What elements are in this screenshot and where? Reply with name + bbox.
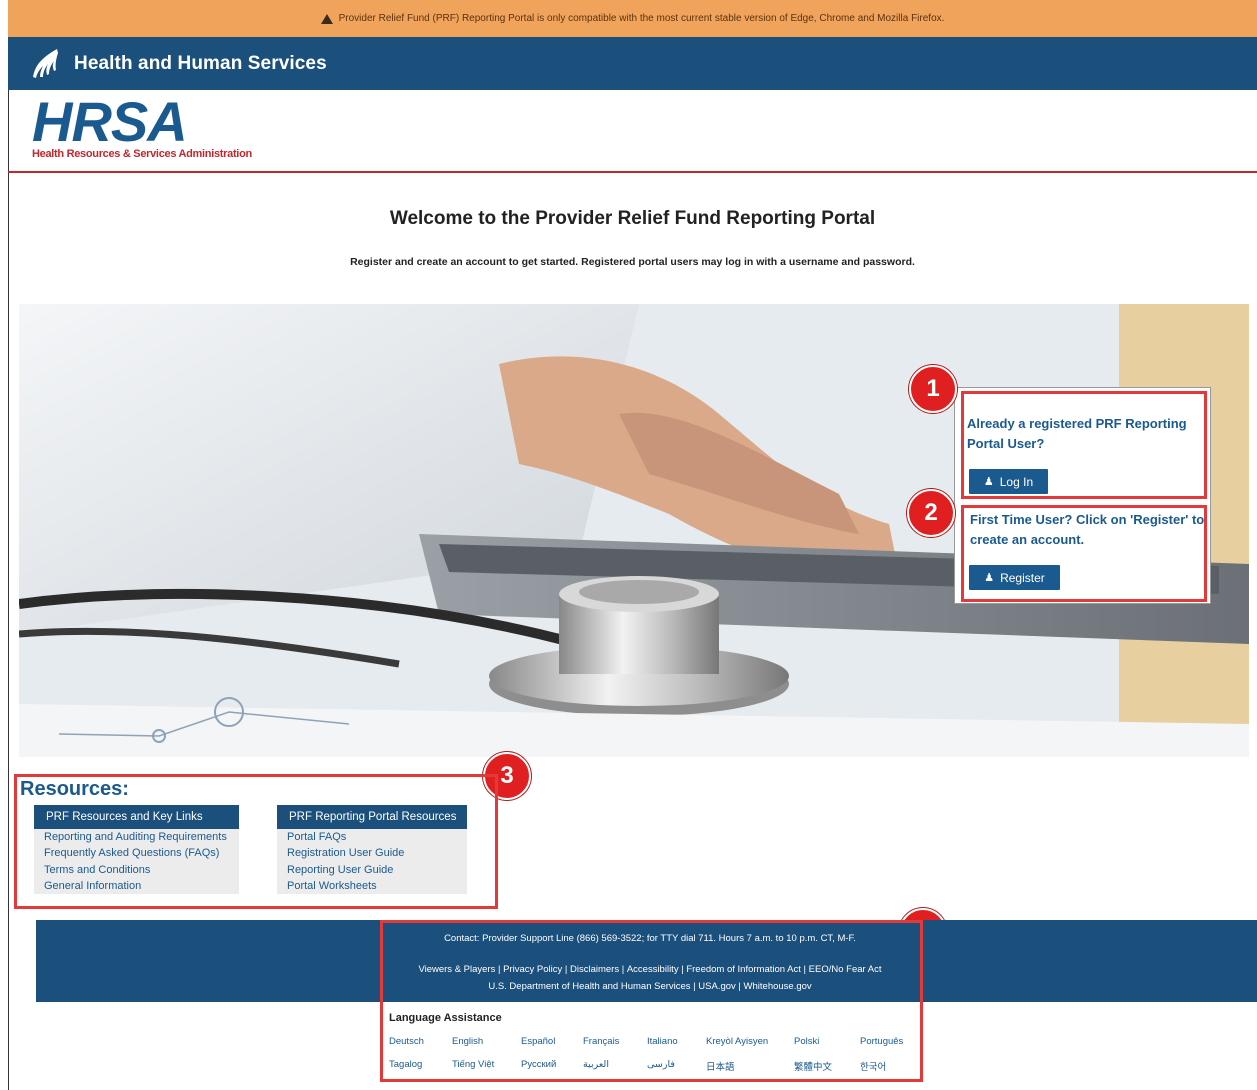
link-general-information[interactable]: General Information (34, 878, 239, 894)
hrsa-logo-fullname: Health Resources & Services Administrati… (32, 148, 252, 160)
register-button[interactable]: ♟ Register (969, 565, 1060, 590)
link-reporting-user-guide[interactable]: Reporting User Guide (277, 862, 467, 878)
link-portal-worksheets[interactable]: Portal Worksheets (277, 878, 467, 894)
footer-link-privacy-policy[interactable]: Privacy Policy (503, 964, 562, 975)
hhs-title[interactable]: Health and Human Services (74, 53, 327, 75)
browser-compatibility-warning: Provider Relief Fund (PRF) Reporting Por… (8, 0, 1257, 37)
resources-column-header: PRF Resources and Key Links (34, 805, 239, 829)
hhs-header: Health and Human Services (8, 37, 1257, 90)
register-button-label: Register (1000, 570, 1045, 585)
footer-link-eeo[interactable]: EEO/No Fear Act (809, 964, 882, 975)
language-link[interactable]: فارسی (647, 1059, 675, 1070)
callout-badge-1: 1 (909, 365, 957, 413)
language-link[interactable]: Kreyòl Ayisyen (706, 1036, 768, 1047)
user-icon: ♟ (983, 476, 994, 488)
link-faqs[interactable]: Frequently Asked Questions (FAQs) (34, 845, 239, 861)
language-link[interactable]: 한국어 (860, 1059, 886, 1073)
footer-link-viewers-players[interactable]: Viewers & Players (418, 964, 495, 975)
language-link[interactable]: 繁體中文 (794, 1059, 832, 1073)
login-button[interactable]: ♟ Log In (969, 469, 1048, 494)
warning-icon (320, 13, 333, 24)
language-link[interactable]: Polski (794, 1036, 819, 1047)
hrsa-logo[interactable]: HRSA Health Resources & Services Adminis… (32, 90, 252, 161)
link-terms-and-conditions[interactable]: Terms and Conditions (34, 862, 239, 878)
language-link[interactable]: Tiếng Việt (452, 1059, 494, 1070)
callout-badge-2: 2 (907, 489, 955, 537)
footer-link-whitehouse-gov[interactable]: Whitehouse.gov (744, 981, 812, 992)
page-subtitle: Register and create an account to get st… (350, 256, 915, 268)
login-prompt: Already a registered PRF Reporting Porta… (967, 416, 1187, 451)
language-link[interactable]: English (452, 1036, 483, 1047)
language-link[interactable]: Русский (521, 1059, 556, 1070)
language-link[interactable]: Português (860, 1036, 903, 1047)
language-link[interactable]: Français (583, 1036, 619, 1047)
language-link[interactable]: Italiano (647, 1036, 678, 1047)
language-link[interactable]: Español (521, 1036, 555, 1047)
footer-link-hhs[interactable]: U.S. Department of Health and Human Serv… (488, 981, 690, 992)
link-reporting-auditing-requirements[interactable]: Reporting and Auditing Requirements (34, 829, 239, 845)
warning-text: Provider Relief Fund (PRF) Reporting Por… (338, 13, 945, 24)
header-divider (8, 171, 1257, 173)
footer-links-row-2: U.S. Department of Health and Human Serv… (488, 981, 812, 992)
footer-link-disclaimers[interactable]: Disclaimers (570, 964, 619, 975)
link-portal-faqs[interactable]: Portal FAQs (277, 829, 467, 845)
user-icon: ♟ (984, 572, 995, 584)
login-button-label: Log In (999, 474, 1034, 489)
hhs-eagle-icon[interactable] (30, 47, 60, 81)
footer-highlight (380, 920, 923, 1082)
hrsa-logo-acronym: HRSA (32, 90, 188, 153)
language-link[interactable]: العربية (583, 1059, 609, 1070)
footer-link-foia[interactable]: Freedom of Information Act (686, 964, 801, 975)
language-link[interactable]: Deutsch (389, 1036, 424, 1047)
language-link[interactable]: 日本語 (706, 1059, 735, 1073)
footer-link-usa-gov[interactable]: USA.gov (698, 981, 736, 992)
resources-column-key-links: PRF Resources and Key Links Reporting an… (34, 805, 239, 895)
resources-column-portal: PRF Reporting Portal Resources Portal FA… (277, 805, 467, 895)
resources-title: Resources: (20, 778, 129, 800)
link-registration-user-guide[interactable]: Registration User Guide (277, 845, 467, 861)
language-assistance-title: Language Assistance (389, 1012, 502, 1024)
footer-link-accessibility[interactable]: Accessibility (627, 964, 679, 975)
resources-column-header: PRF Reporting Portal Resources (277, 805, 467, 829)
register-prompt: First Time User? Click on 'Register' to … (970, 512, 1205, 547)
language-link[interactable]: Tagalog (389, 1059, 422, 1070)
footer-links-row-1: Viewers & Players | Privacy Policy | Dis… (418, 964, 882, 975)
page-title: Welcome to the Provider Relief Fund Repo… (389, 208, 876, 229)
footer-contact: Contact: Provider Support Line (866) 569… (444, 933, 856, 944)
